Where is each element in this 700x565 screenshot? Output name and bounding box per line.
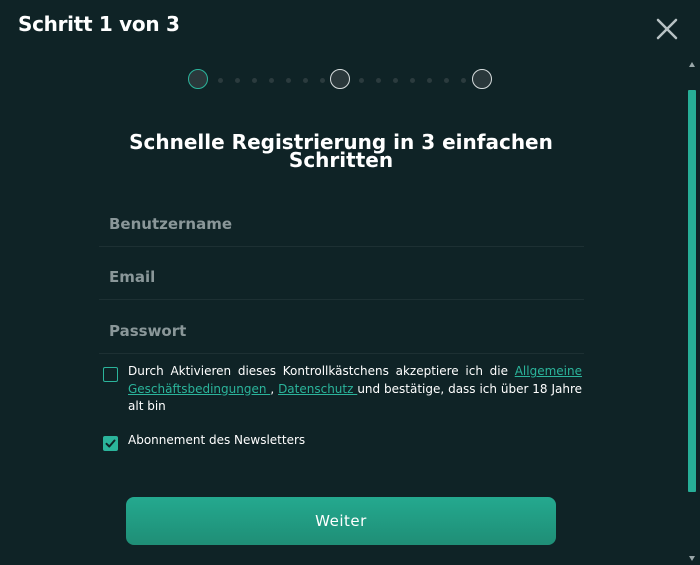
modal-title: Schritt 1 von 3 (18, 12, 180, 36)
step-dot (359, 78, 364, 83)
newsletter-checkbox[interactable] (103, 436, 118, 451)
check-icon (105, 439, 116, 448)
step-dot (303, 78, 308, 83)
scroll-up-icon[interactable] (689, 62, 695, 67)
step-dot (393, 78, 398, 83)
email-input[interactable] (99, 259, 584, 295)
step-indicator-2 (330, 69, 350, 89)
step-indicator-3 (472, 69, 492, 89)
username-field-wrapper (99, 206, 584, 247)
scrollbar[interactable] (686, 58, 698, 563)
scroll-down-icon[interactable] (689, 556, 695, 561)
privacy-link[interactable]: Datenschutz (278, 382, 357, 396)
terms-checkbox[interactable] (103, 367, 118, 382)
scrollbar-thumb[interactable] (688, 90, 696, 492)
continue-button[interactable]: Weiter (126, 497, 556, 545)
step-dot (410, 78, 415, 83)
terms-separator: , (270, 381, 279, 396)
step-dot (235, 78, 240, 83)
step-dot (461, 78, 466, 83)
step-dot (320, 78, 325, 83)
step-dot (286, 78, 291, 83)
step-dot (252, 78, 257, 83)
step-progress (188, 69, 494, 93)
username-input[interactable] (99, 206, 584, 242)
close-icon (656, 18, 678, 40)
step-indicator-1 (188, 69, 208, 89)
step-dot (218, 78, 223, 83)
terms-text: Durch Aktivieren dieses Kontrollkästchen… (128, 363, 582, 416)
registration-modal: Schritt 1 von 3 Schnelle Registrierung i… (0, 0, 700, 565)
step-dot (376, 78, 381, 83)
email-field-wrapper (99, 259, 584, 300)
step-dot (427, 78, 432, 83)
password-field-wrapper (99, 313, 584, 354)
close-button[interactable] (654, 16, 680, 42)
step-dot (269, 78, 274, 83)
password-input[interactable] (99, 313, 584, 349)
step-dot (444, 78, 449, 83)
form-heading: Schnelle Registrierung in 3 einfachen Sc… (129, 130, 553, 172)
newsletter-label: Abonnement des Newsletters (128, 433, 306, 447)
terms-text-before: Durch Aktivieren dieses Kontrollkästchen… (128, 364, 515, 378)
